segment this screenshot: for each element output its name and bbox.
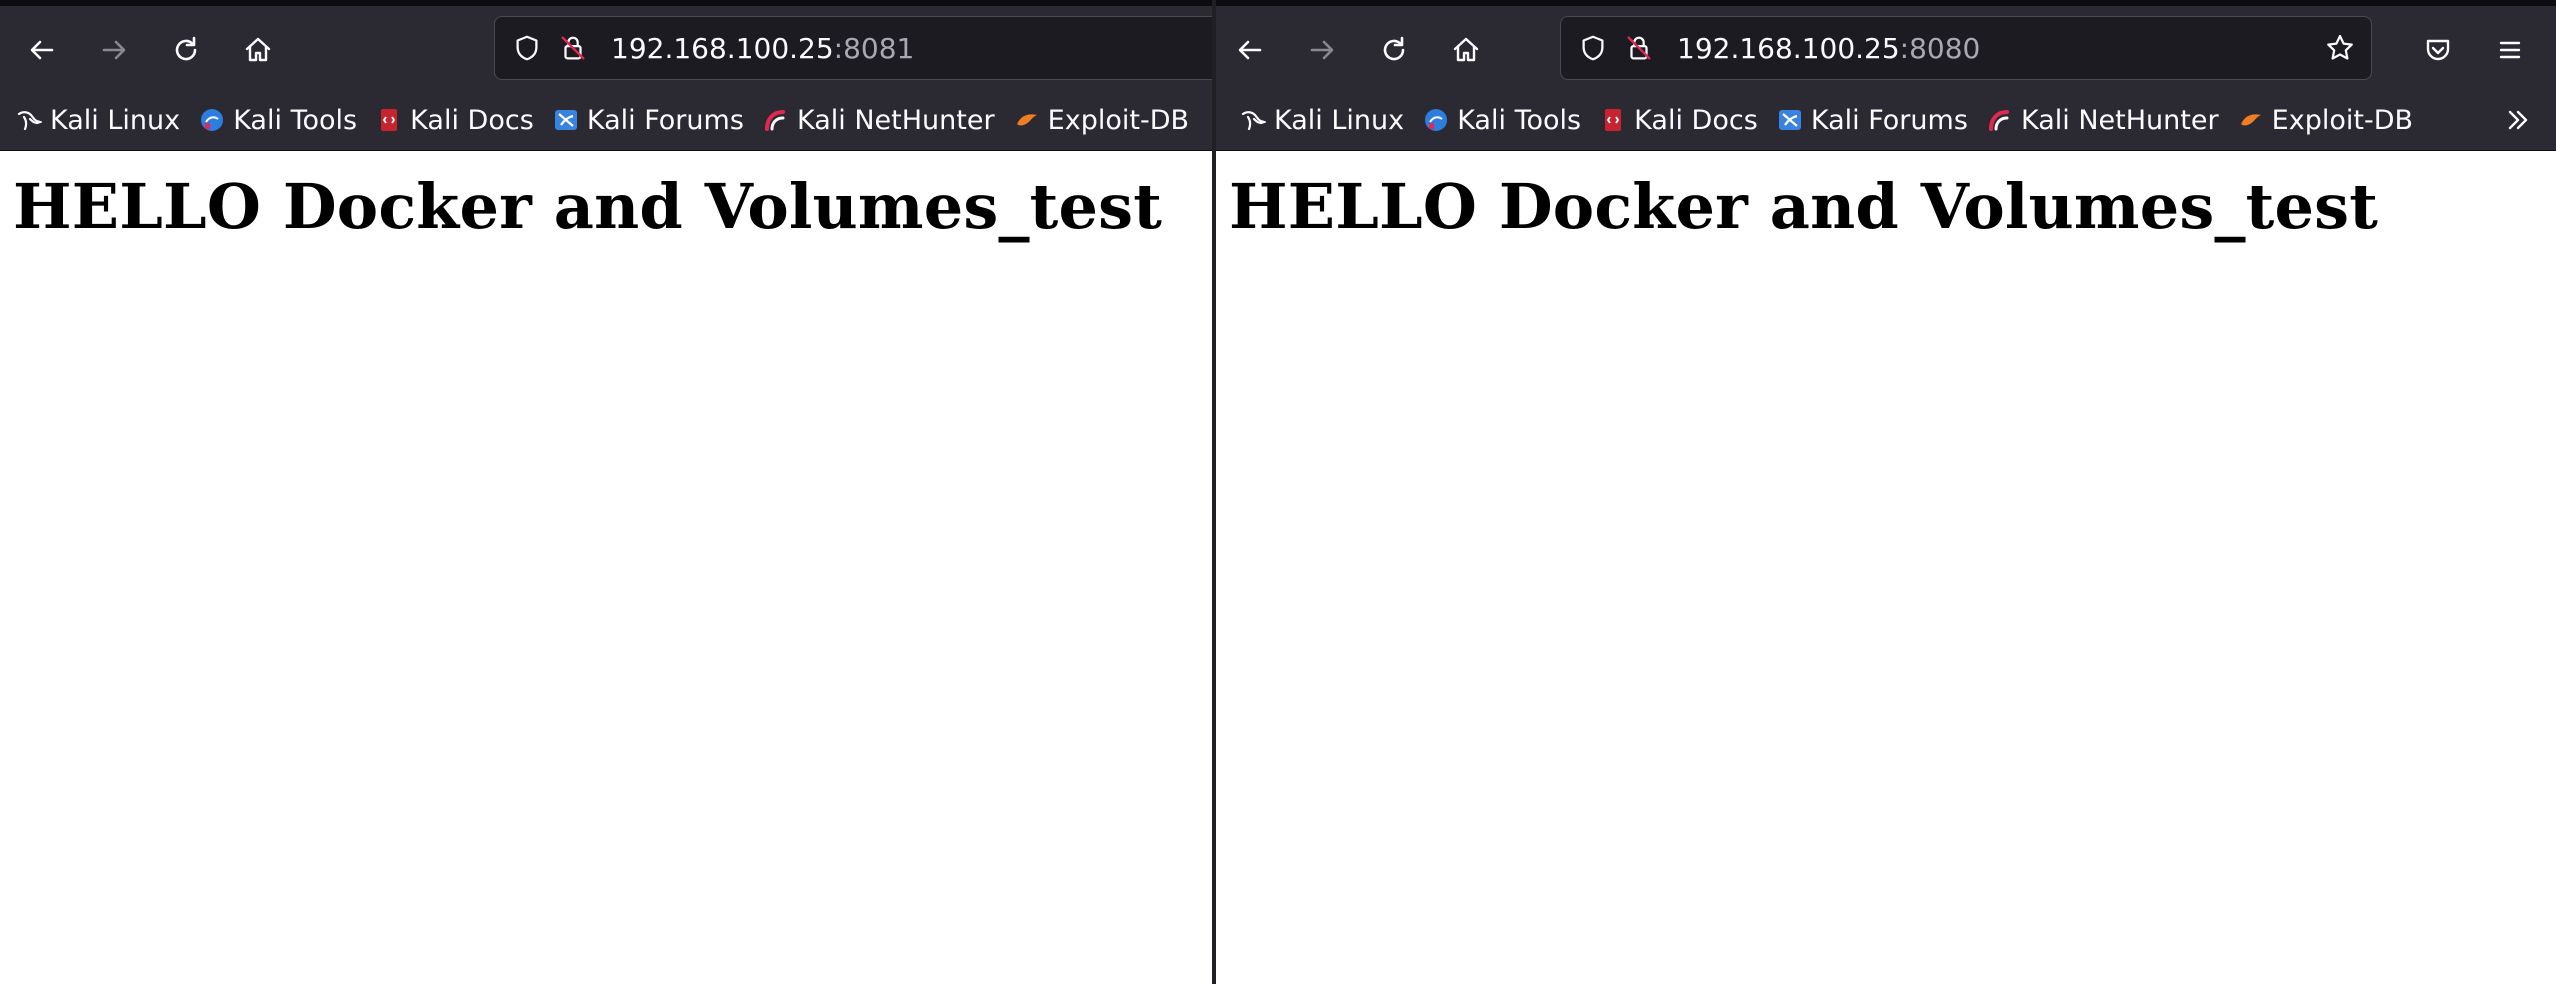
kali-dragon-icon [16,107,42,133]
bookmarks-overflow-button[interactable] [2498,100,2538,140]
bookmarks-toolbar: Kali Linux Kali Tools Kali Docs Kali For… [0,90,1212,151]
url-host: 192.168.100.25 [611,31,834,65]
bookmarks-toolbar: Kali Linux Kali Tools Kali Docs Kali For… [1216,90,2556,151]
star-icon [2327,34,2353,60]
bookmark-kali-forums[interactable]: Kali Forums [1777,90,1968,150]
exploit-db-icon [2238,107,2264,133]
url-text: 192.168.100.25:8081 [611,32,914,65]
reload-icon [1383,36,1405,61]
bookmark-kali-docs[interactable]: Kali Docs [1600,90,1758,150]
bookmark-label: Kali NetHunter [2020,104,2219,136]
kali-docs-icon [1600,107,1626,133]
chevron-double-right-icon [2508,110,2528,130]
reload-button[interactable] [160,24,212,76]
bookmark-kali-docs[interactable]: Kali Docs [376,90,534,150]
pocket-icon [2426,39,2450,61]
bookmark-kali-nethunter[interactable]: Kali NetHunter [763,90,995,150]
back-arrow-icon [1238,40,1262,60]
tracking-shield-icon[interactable] [505,26,549,70]
url-host: 192.168.100.25 [1677,31,1900,65]
bookmark-label: Exploit-DB [2271,104,2414,136]
insecure-lock-icon[interactable] [551,26,595,70]
home-icon [245,37,271,62]
bookmark-label: Kali Tools [1457,104,1582,136]
reload-icon [175,36,197,61]
bookmark-kali-tools[interactable]: Kali Tools [1423,90,1581,150]
bookmark-kali-linux[interactable]: Kali Linux [16,90,180,150]
forward-arrow-icon [1310,40,1334,60]
home-icon [1453,37,1479,62]
browser-window-right: 192.168.100.25:8080 Kali Linux Kali Tool… [1216,0,2556,984]
page-content: HELLO Docker and Volumes_test [0,151,1212,984]
url-port: :8081 [833,31,915,65]
forward-button[interactable] [88,24,140,76]
app-menu-button[interactable] [2484,24,2536,76]
bookmark-kali-linux[interactable]: Kali Linux [1240,90,1404,150]
nav-toolbar: 192.168.100.25:8081 [0,6,1212,90]
nav-toolbar: 192.168.100.25:8080 [1216,6,2556,90]
kali-docs-icon [376,107,402,133]
page-content: HELLO Docker and Volumes_test [1216,151,2556,984]
url-bar[interactable]: 192.168.100.25:8081 [494,16,1212,80]
bookmark-kali-forums[interactable]: Kali Forums [553,90,744,150]
bookmark-label: Kali Forums [1810,104,1968,136]
bookmark-label: Exploit-DB [1047,104,1190,136]
home-button[interactable] [232,24,284,76]
bookmark-kali-tools[interactable]: Kali Tools [199,90,357,150]
kali-forums-icon [1777,107,1803,133]
exploit-db-icon [1014,107,1040,133]
browser-window-left: 192.168.100.25:8081 Kali Linux Kali Tool… [0,0,1212,984]
bookmark-label: Kali Tools [233,104,358,136]
bookmark-label: Kali NetHunter [796,104,995,136]
hamburger-menu-icon [2499,41,2521,59]
page-heading: HELLO Docker and Volumes_test [1229,170,2379,243]
page-heading: HELLO Docker and Volumes_test [13,170,1163,243]
bookmark-label: Kali Docs [410,104,534,136]
url-text: 192.168.100.25:8080 [1677,32,1980,65]
bookmark-star-button[interactable] [2317,25,2363,71]
url-port: :8080 [1899,31,1981,65]
home-button[interactable] [1440,24,1492,76]
url-bar[interactable]: 192.168.100.25:8080 [1560,16,2372,80]
bookmark-label: Kali Linux [50,104,181,136]
bookmark-exploit-db[interactable]: Exploit-DB [2238,90,2413,150]
forward-button[interactable] [1296,24,1348,76]
bookmark-kali-nethunter[interactable]: Kali NetHunter [1987,90,2219,150]
kali-tools-icon [1423,107,1449,133]
tracking-shield-icon[interactable] [1571,26,1615,70]
insecure-lock-icon[interactable] [1617,26,1661,70]
kali-nethunter-icon [1987,107,2013,133]
pocket-button[interactable] [2412,24,2464,76]
kali-tools-icon [199,107,225,133]
back-arrow-icon [30,40,54,60]
kali-dragon-icon [1240,107,1266,133]
bookmark-label: Kali Linux [1274,104,1405,136]
forward-arrow-icon [102,40,126,60]
back-button[interactable] [1224,24,1276,76]
reload-button[interactable] [1368,24,1420,76]
kali-nethunter-icon [763,107,789,133]
bookmark-exploit-db[interactable]: Exploit-DB [1014,90,1189,150]
back-button[interactable] [16,24,68,76]
bookmark-label: Kali Docs [1634,104,1758,136]
bookmark-label: Kali Forums [586,104,744,136]
kali-forums-icon [553,107,579,133]
